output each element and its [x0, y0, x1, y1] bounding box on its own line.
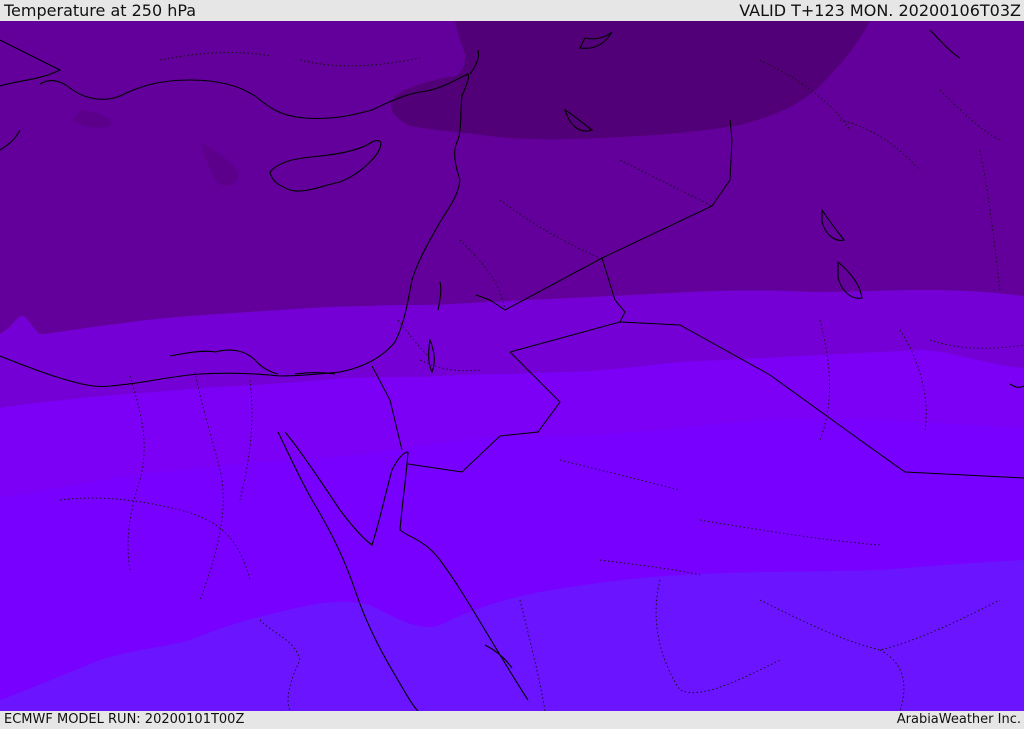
footer-bar: ECMWF MODEL RUN: 20200101T00Z ArabiaWeat… [0, 711, 1024, 729]
chart-title: Temperature at 250 hPa [4, 1, 197, 20]
valid-time: VALID T+123 MON. 20200106T03Z [739, 1, 1021, 20]
header-bar: Temperature at 250 hPa VALID T+123 MON. … [0, 0, 1024, 21]
map-area [0, 21, 1024, 711]
map-canvas [0, 21, 1024, 711]
map-figure: Temperature at 250 hPa VALID T+123 MON. … [0, 0, 1024, 729]
brand-credit: ArabiaWeather Inc. [896, 712, 1021, 727]
model-run: ECMWF MODEL RUN: 20200101T00Z [4, 712, 245, 727]
